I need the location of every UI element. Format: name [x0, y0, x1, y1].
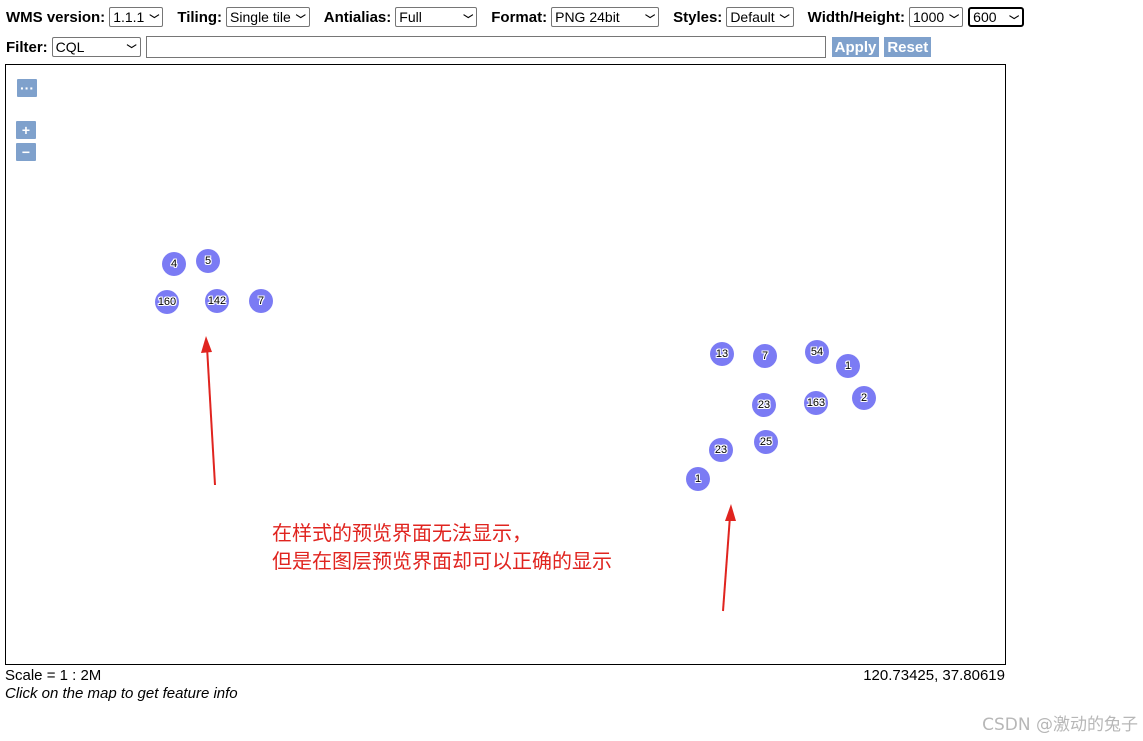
filter-type-select[interactable]: CQL ﹀	[51, 37, 141, 57]
chevron-down-icon: ﹀	[949, 15, 960, 26]
format-select[interactable]: PNG 24bit ﹀	[551, 7, 660, 27]
annotation-text: 在样式的预览界面无法显示， 但是在图层预览界面却可以正确的显示	[272, 519, 612, 575]
toolbar-row-2: Filter: CQL ﹀ Apply Reset	[6, 36, 932, 58]
annotation-arrows	[201, 336, 736, 612]
chevron-down-icon: ﹀	[126, 45, 137, 56]
left-arrow-shaft	[206, 346, 216, 486]
wms-version-select[interactable]: 1.1.1 ﹀	[109, 7, 164, 27]
right-arrow-shaft	[722, 515, 731, 612]
annotation-line-1: 在样式的预览界面无法显示，	[272, 521, 532, 545]
styles-label: Styles:	[673, 8, 723, 26]
coordinates-readout: 120.73425, 37.80619	[863, 667, 1005, 684]
height-select[interactable]: 600 ﹀	[968, 7, 1025, 27]
annotation-line-2: 但是在图层预览界面却可以正确的显示	[272, 549, 612, 573]
filter-input[interactable]	[145, 36, 826, 58]
feature-info-hint: Click on the map to get feature info	[5, 685, 238, 702]
antialias-label: Antialias:	[323, 8, 392, 26]
chevron-down-icon: ﹀	[295, 15, 306, 26]
chevron-down-icon: ﹀	[149, 15, 160, 26]
styles-select[interactable]: Default ﹀	[726, 7, 794, 27]
chevron-down-icon: ﹀	[645, 15, 656, 26]
chevron-down-icon: ﹀	[1009, 16, 1020, 27]
right-arrow-head	[725, 504, 736, 521]
format-label: Format:	[491, 8, 548, 26]
reset-button[interactable]: Reset	[884, 37, 932, 57]
filter-label: Filter:	[6, 38, 48, 56]
width-select[interactable]: 1000 ﹀	[909, 7, 964, 27]
tiling-label: Tiling:	[177, 8, 223, 26]
width-height-label: Width/Height:	[807, 8, 906, 26]
antialias-select[interactable]: Full ﹀	[395, 7, 478, 27]
scale-readout: Scale = 1 : 2M	[5, 667, 102, 684]
toolbar: WMS version: 1.1.1 ﹀ Tiling: Single tile ﹀…	[0, 0, 1143, 62]
watermark: CSDN @激动的兔子	[982, 715, 1138, 735]
chevron-down-icon: ﹀	[463, 15, 474, 26]
toolbar-row-1: WMS version: 1.1.1 ﹀ Tiling: Single tile ﹀…	[6, 7, 1025, 27]
tiling-select[interactable]: Single tile ﹀	[226, 7, 310, 27]
apply-button[interactable]: Apply	[831, 37, 880, 57]
chevron-down-icon: ﹀	[779, 15, 790, 26]
map-viewport[interactable]: ··· + − 4 5 160 142 7 13 7 54 1 23 163 2…	[5, 64, 1006, 665]
wms-version-label: WMS version:	[6, 8, 106, 26]
left-arrow-head	[201, 336, 212, 353]
